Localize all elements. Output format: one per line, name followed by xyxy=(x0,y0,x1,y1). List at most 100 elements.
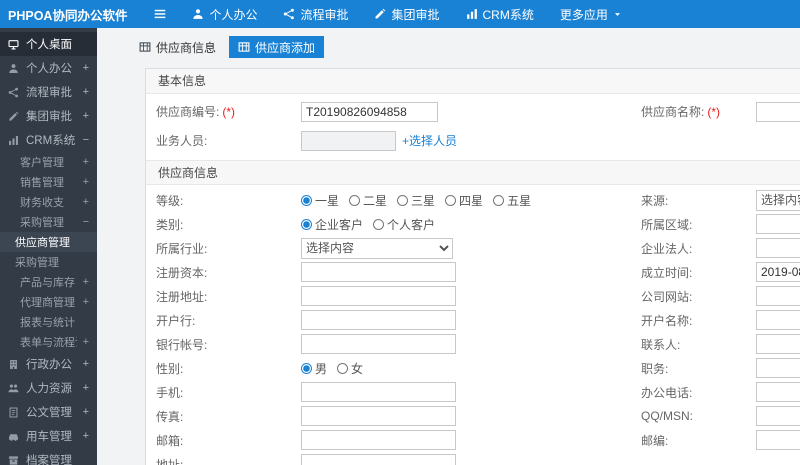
radio-input[interactable] xyxy=(301,194,312,206)
sidebar-item-13[interactable]: 报表与统计 xyxy=(0,312,97,332)
sidebar-item-14[interactable]: 表单与流程设置 + xyxy=(0,332,97,352)
form-select[interactable]: 选择内容 xyxy=(756,189,800,211)
radio-label: 四星 xyxy=(459,193,484,208)
label-text: 传真: xyxy=(156,409,184,424)
text-input[interactable] xyxy=(301,454,456,465)
tab-0[interactable]: 供应商信息 xyxy=(130,36,225,58)
radio-option[interactable]: 五星 xyxy=(493,192,531,209)
sidebar-item-label: 产品与库存 xyxy=(20,277,75,289)
sidebar-item-11[interactable]: 产品与库存 + xyxy=(0,272,97,292)
sidebar-item-1[interactable]: 个人办公 + xyxy=(0,56,97,80)
field-cell: 一星 二星 三星 四星 五星 xyxy=(301,192,641,209)
sidebar-item-16[interactable]: 人力资源 + xyxy=(0,376,97,400)
radio-option[interactable]: 二星 xyxy=(349,192,387,209)
person-input[interactable] xyxy=(301,130,396,151)
sidebar-item-19[interactable]: 档案管理 xyxy=(0,448,97,465)
text-input[interactable] xyxy=(756,101,800,122)
sidebar-item-2[interactable]: 流程审批 + xyxy=(0,80,97,104)
radio-label: 一星 xyxy=(315,193,340,208)
text-input[interactable] xyxy=(301,310,456,330)
text-input[interactable] xyxy=(301,382,456,402)
sidebar-item-9[interactable]: 供应商管理 xyxy=(0,232,97,252)
radio-option[interactable]: 四星 xyxy=(445,192,483,209)
text-input[interactable] xyxy=(756,358,800,378)
expand-icon: + xyxy=(82,358,89,370)
sidebar-item-label: 财务收支 xyxy=(20,197,64,209)
radio-option[interactable]: 女 xyxy=(337,360,363,377)
text-input[interactable] xyxy=(756,334,800,354)
sidebar-item-10[interactable]: 采购管理 xyxy=(0,252,97,272)
field-label: 地址: xyxy=(146,456,301,465)
nav-item-3[interactable]: CRM系统 xyxy=(453,0,547,28)
form-select[interactable]: 选择内容 xyxy=(301,237,453,259)
text-input[interactable] xyxy=(301,286,456,306)
form-row: 注册地址: 公司网站: xyxy=(146,284,800,308)
text-input[interactable] xyxy=(301,101,438,122)
radio-input[interactable] xyxy=(373,218,385,230)
text-input[interactable] xyxy=(301,430,456,450)
text-input[interactable] xyxy=(301,262,456,282)
field-cell xyxy=(756,101,800,122)
nav-item-2[interactable]: 集团审批 xyxy=(361,0,452,28)
field-label: 业务人员: xyxy=(146,132,301,149)
radio-input[interactable] xyxy=(397,194,409,206)
radio-input[interactable] xyxy=(349,194,361,206)
radio-option[interactable]: 一星 xyxy=(301,192,339,209)
radio-option[interactable]: 男 xyxy=(301,360,327,377)
text-input[interactable] xyxy=(756,382,800,402)
field-label: 手机: xyxy=(146,384,301,401)
sidebar-item-7[interactable]: 财务收支 + xyxy=(0,192,97,212)
nav-item-1[interactable]: 流程审批 xyxy=(270,0,361,28)
expand-icon: + xyxy=(82,296,89,308)
archive-icon xyxy=(8,455,20,465)
radio-option[interactable]: 个人客户 xyxy=(373,216,435,233)
label-text: 所属区域: xyxy=(641,217,693,232)
sidebar-item-18[interactable]: 用车管理 + xyxy=(0,424,97,448)
sidebar-item-8[interactable]: 采购管理 − xyxy=(0,212,97,232)
text-input[interactable] xyxy=(301,406,456,426)
form-row: 类别: 企业客户 个人客户 所属区域: xyxy=(146,212,800,236)
label-text: 成立时间: xyxy=(641,265,693,280)
radio-input[interactable] xyxy=(493,194,505,206)
radio-input[interactable] xyxy=(301,218,312,230)
field-cell xyxy=(756,262,800,282)
sidebar-item-17[interactable]: 公文管理 + xyxy=(0,400,97,424)
sidebar-item-5[interactable]: 客户管理 + xyxy=(0,152,97,172)
text-input[interactable] xyxy=(756,310,800,330)
text-input[interactable] xyxy=(756,262,800,282)
sidebar-item-6[interactable]: 销售管理 + xyxy=(0,172,97,192)
field-label: 所属区域: xyxy=(641,216,756,233)
text-input[interactable] xyxy=(756,430,800,450)
radio-label: 五星 xyxy=(507,193,532,208)
sidebar-item-12[interactable]: 代理商管理 + xyxy=(0,292,97,312)
text-input[interactable] xyxy=(756,286,800,306)
sidebar-item-15[interactable]: 行政办公 + xyxy=(0,352,97,376)
text-input[interactable] xyxy=(301,334,456,354)
radio-option[interactable]: 企业客户 xyxy=(301,216,363,233)
menu-toggle-icon[interactable] xyxy=(145,0,175,28)
text-input[interactable] xyxy=(756,406,800,426)
label-text: 所属行业: xyxy=(156,241,208,256)
nav-item-4[interactable]: 更多应用 xyxy=(547,0,635,28)
nav-item-label: 个人办公 xyxy=(209,7,258,22)
nav-item-0[interactable]: 个人办公 xyxy=(179,0,270,28)
radio-label: 二星 xyxy=(363,193,388,208)
tab-1[interactable]: 供应商添加 xyxy=(229,36,325,58)
sidebar-item-3[interactable]: 集团审批 + xyxy=(0,104,97,128)
text-input[interactable] xyxy=(756,214,800,234)
edit-icon xyxy=(8,111,20,122)
nav-item-label: 更多应用 xyxy=(559,7,608,22)
radio-input[interactable] xyxy=(337,362,349,374)
label-text: 地址: xyxy=(156,457,184,465)
field-cell xyxy=(301,406,641,426)
text-input[interactable] xyxy=(756,238,800,258)
sidebar-item-label: 集团审批 xyxy=(26,111,72,123)
radio-input[interactable] xyxy=(301,362,312,374)
select-person-link[interactable]: +选择人员 xyxy=(402,132,457,149)
sidebar-item-0[interactable]: 个人桌面 xyxy=(0,32,97,56)
field-label: 联系人: xyxy=(641,336,756,353)
radio-option[interactable]: 三星 xyxy=(397,192,435,209)
radio-input[interactable] xyxy=(445,194,457,206)
flow-icon xyxy=(283,8,295,20)
sidebar-item-4[interactable]: CRM系统 − xyxy=(0,128,97,152)
